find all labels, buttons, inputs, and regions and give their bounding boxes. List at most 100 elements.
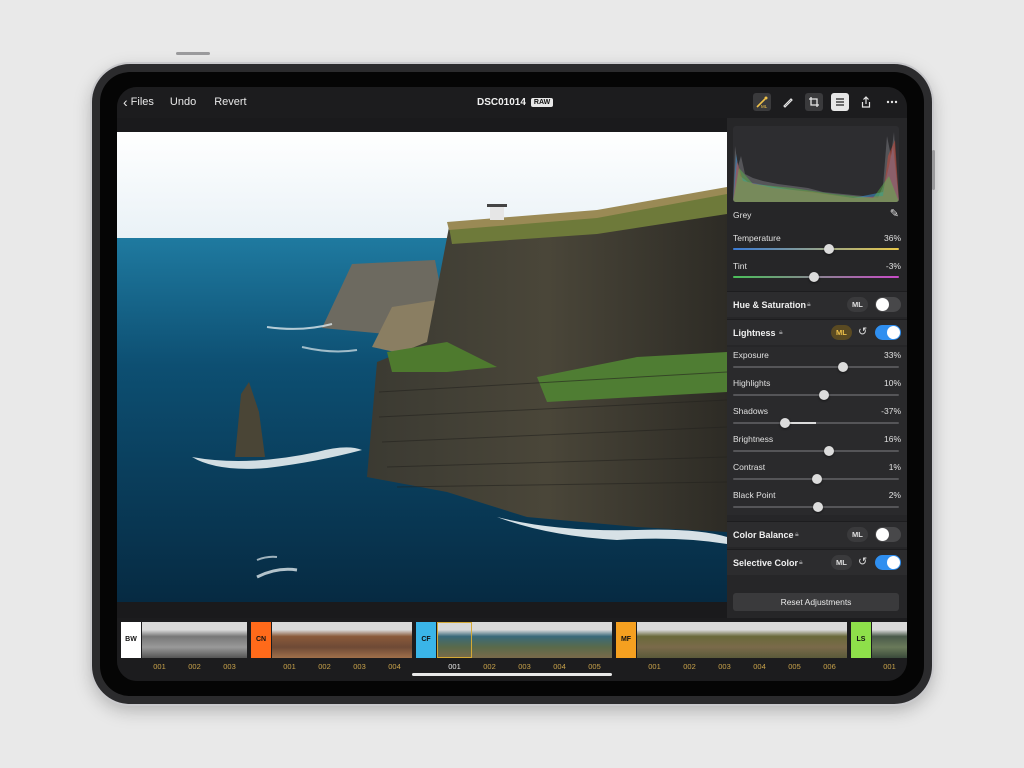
selective-color-ml-button[interactable]: ML bbox=[831, 555, 852, 570]
preset-thumbnail[interactable] bbox=[342, 622, 377, 658]
preset-group-tag[interactable]: BW bbox=[121, 622, 141, 658]
ml-adjust-icon[interactable]: ML bbox=[753, 93, 771, 111]
preset-number: 002 bbox=[188, 662, 201, 671]
lightness-ml-button[interactable]: ML bbox=[831, 325, 852, 340]
preset-number: 004 bbox=[553, 662, 566, 671]
preset-thumbnail[interactable] bbox=[212, 622, 247, 658]
hue-saturation-toggle[interactable] bbox=[875, 297, 901, 312]
preset-thumbnail[interactable] bbox=[307, 622, 342, 658]
preset-thumbnail[interactable] bbox=[812, 622, 847, 658]
color-balance-ml-button[interactable]: ML bbox=[847, 527, 868, 542]
preset-thumbnail[interactable] bbox=[272, 622, 307, 658]
slider-thumb[interactable] bbox=[811, 474, 822, 484]
preset-group-tag[interactable]: CF bbox=[416, 622, 436, 658]
more-icon[interactable] bbox=[883, 93, 901, 111]
temperature-thumb[interactable] bbox=[824, 244, 835, 254]
selective-color-toggle[interactable] bbox=[875, 555, 901, 570]
top-button bbox=[176, 52, 210, 55]
preset-thumbnail[interactable] bbox=[177, 622, 212, 658]
undo-button[interactable]: Undo bbox=[170, 96, 196, 108]
preset-number: 003 bbox=[718, 662, 731, 671]
slider-label: Shadows bbox=[733, 406, 768, 416]
preset-number: 005 bbox=[788, 662, 801, 671]
slider-track[interactable] bbox=[733, 474, 899, 484]
photo-canvas[interactable] bbox=[117, 132, 727, 602]
cliffs-photo bbox=[117, 132, 727, 602]
hue-saturation-ml-button[interactable]: ML bbox=[847, 297, 868, 312]
slider-label: Highlights bbox=[733, 378, 771, 388]
preset-thumbnail[interactable] bbox=[377, 622, 412, 658]
crop-icon[interactable] bbox=[805, 93, 823, 111]
preset-number: 006 bbox=[823, 662, 836, 671]
preset-group-tag[interactable]: LS bbox=[851, 622, 871, 658]
temperature-label: Temperature bbox=[733, 233, 781, 243]
lock-icon: 🔒︎ bbox=[779, 329, 783, 336]
hue-saturation-header[interactable]: Hue & Saturation 🔒︎ ML bbox=[727, 291, 907, 317]
reset-adjustments-button[interactable]: Reset Adjustments bbox=[733, 593, 899, 611]
slider-thumb[interactable] bbox=[838, 362, 849, 372]
reset-icon[interactable]: ↺ bbox=[858, 325, 867, 338]
preset-thumbnail[interactable] bbox=[872, 622, 907, 658]
brush-icon[interactable] bbox=[779, 93, 797, 111]
lock-icon: 🔒︎ bbox=[799, 559, 803, 566]
temperature-slider[interactable] bbox=[733, 244, 899, 254]
slider-label: Black Point bbox=[733, 490, 776, 500]
lock-icon: 🔒︎ bbox=[807, 301, 811, 308]
slider-value: 10% bbox=[883, 378, 901, 388]
slider-thumb[interactable] bbox=[819, 390, 830, 400]
preset-group-tag[interactable]: CN bbox=[251, 622, 271, 658]
preset-filmstrip: BW 001 002 003 CN 001 002 003 004 CF 001 002 003 004 0… bbox=[117, 618, 907, 681]
preset-thumbnail[interactable] bbox=[507, 622, 542, 658]
slider-label: Exposure bbox=[733, 350, 769, 360]
slider-value: 1% bbox=[888, 462, 901, 472]
share-icon[interactable] bbox=[857, 93, 875, 111]
preset-thumbnail[interactable] bbox=[742, 622, 777, 658]
panel-footer: Reset Adjustments bbox=[727, 577, 907, 618]
adjust-panel-icon[interactable] bbox=[831, 93, 849, 111]
back-button[interactable]: ‹ Files bbox=[123, 95, 154, 109]
slider-value: -37% bbox=[881, 406, 901, 416]
slider-track[interactable] bbox=[733, 446, 899, 456]
preset-thumbnail[interactable] bbox=[437, 622, 472, 658]
top-toolbar: ‹ Files Undo Revert DSC01014 RAW ML bbox=[117, 87, 907, 118]
preset-number: 002 bbox=[318, 662, 331, 671]
slider-label: Contrast bbox=[733, 462, 766, 472]
home-indicator bbox=[412, 673, 612, 676]
back-label: Files bbox=[130, 96, 154, 108]
preset-number: 001 bbox=[153, 662, 166, 671]
lightness-toggle[interactable] bbox=[875, 325, 901, 340]
preset-number: 004 bbox=[753, 662, 766, 671]
preset-thumbnail[interactable] bbox=[577, 622, 612, 658]
slider-track[interactable] bbox=[733, 390, 899, 400]
color-balance-toggle[interactable] bbox=[875, 527, 901, 542]
selective-color-header[interactable]: Selective Color 🔒︎ ML ↺ bbox=[727, 549, 907, 575]
slider-track[interactable] bbox=[733, 362, 899, 372]
slider-row: Brightness 16% bbox=[727, 431, 907, 459]
document-title: DSC01014 RAW bbox=[477, 97, 554, 108]
slider-value: 2% bbox=[888, 490, 901, 500]
preset-thumbnail[interactable] bbox=[542, 622, 577, 658]
preset-thumbnail[interactable] bbox=[472, 622, 507, 658]
preset-thumbnail[interactable] bbox=[142, 622, 177, 658]
tint-slider[interactable] bbox=[733, 272, 899, 282]
preset-thumbnail[interactable] bbox=[672, 622, 707, 658]
preset-number: 003 bbox=[518, 662, 531, 671]
slider-thumb[interactable] bbox=[780, 418, 791, 428]
revert-button[interactable]: Revert bbox=[214, 96, 246, 108]
preset-group-tag[interactable]: MF bbox=[616, 622, 636, 658]
tint-thumb[interactable] bbox=[809, 272, 820, 282]
lightness-header[interactable]: Lightness 🔒︎ ML ↺ bbox=[727, 319, 907, 345]
hue-saturation-title: Hue & Saturation bbox=[733, 300, 807, 310]
eyedropper-icon[interactable]: ✎ bbox=[890, 207, 899, 220]
preset-thumbnail[interactable] bbox=[777, 622, 812, 658]
color-balance-header[interactable]: Color Balance 🔒︎ ML bbox=[727, 521, 907, 547]
slider-track[interactable] bbox=[733, 418, 899, 428]
slider-thumb[interactable] bbox=[824, 446, 835, 456]
reset-icon[interactable]: ↺ bbox=[858, 555, 867, 568]
app-screen: ‹ Files Undo Revert DSC01014 RAW ML Grey… bbox=[117, 87, 907, 681]
slider-track[interactable] bbox=[733, 502, 899, 512]
preset-number: 002 bbox=[683, 662, 696, 671]
preset-thumbnail[interactable] bbox=[707, 622, 742, 658]
slider-thumb[interactable] bbox=[812, 502, 823, 512]
preset-thumbnail[interactable] bbox=[637, 622, 672, 658]
